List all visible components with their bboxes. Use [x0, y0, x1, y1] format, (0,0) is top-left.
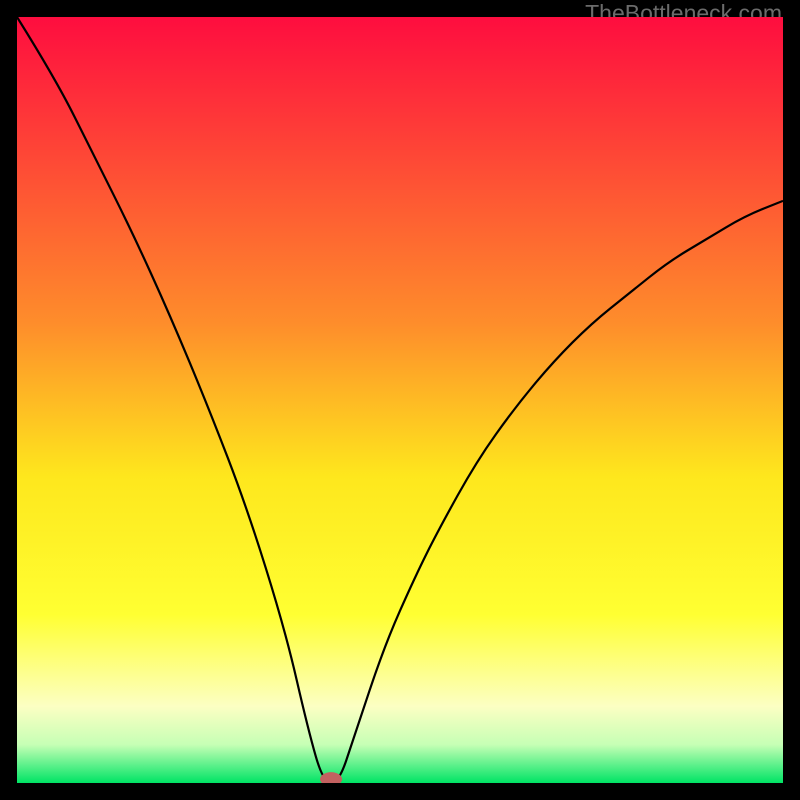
plot-area: [17, 17, 783, 783]
chart-svg: [17, 17, 783, 783]
gradient-background: [17, 17, 783, 783]
chart-frame: TheBottleneck.com: [0, 0, 800, 800]
